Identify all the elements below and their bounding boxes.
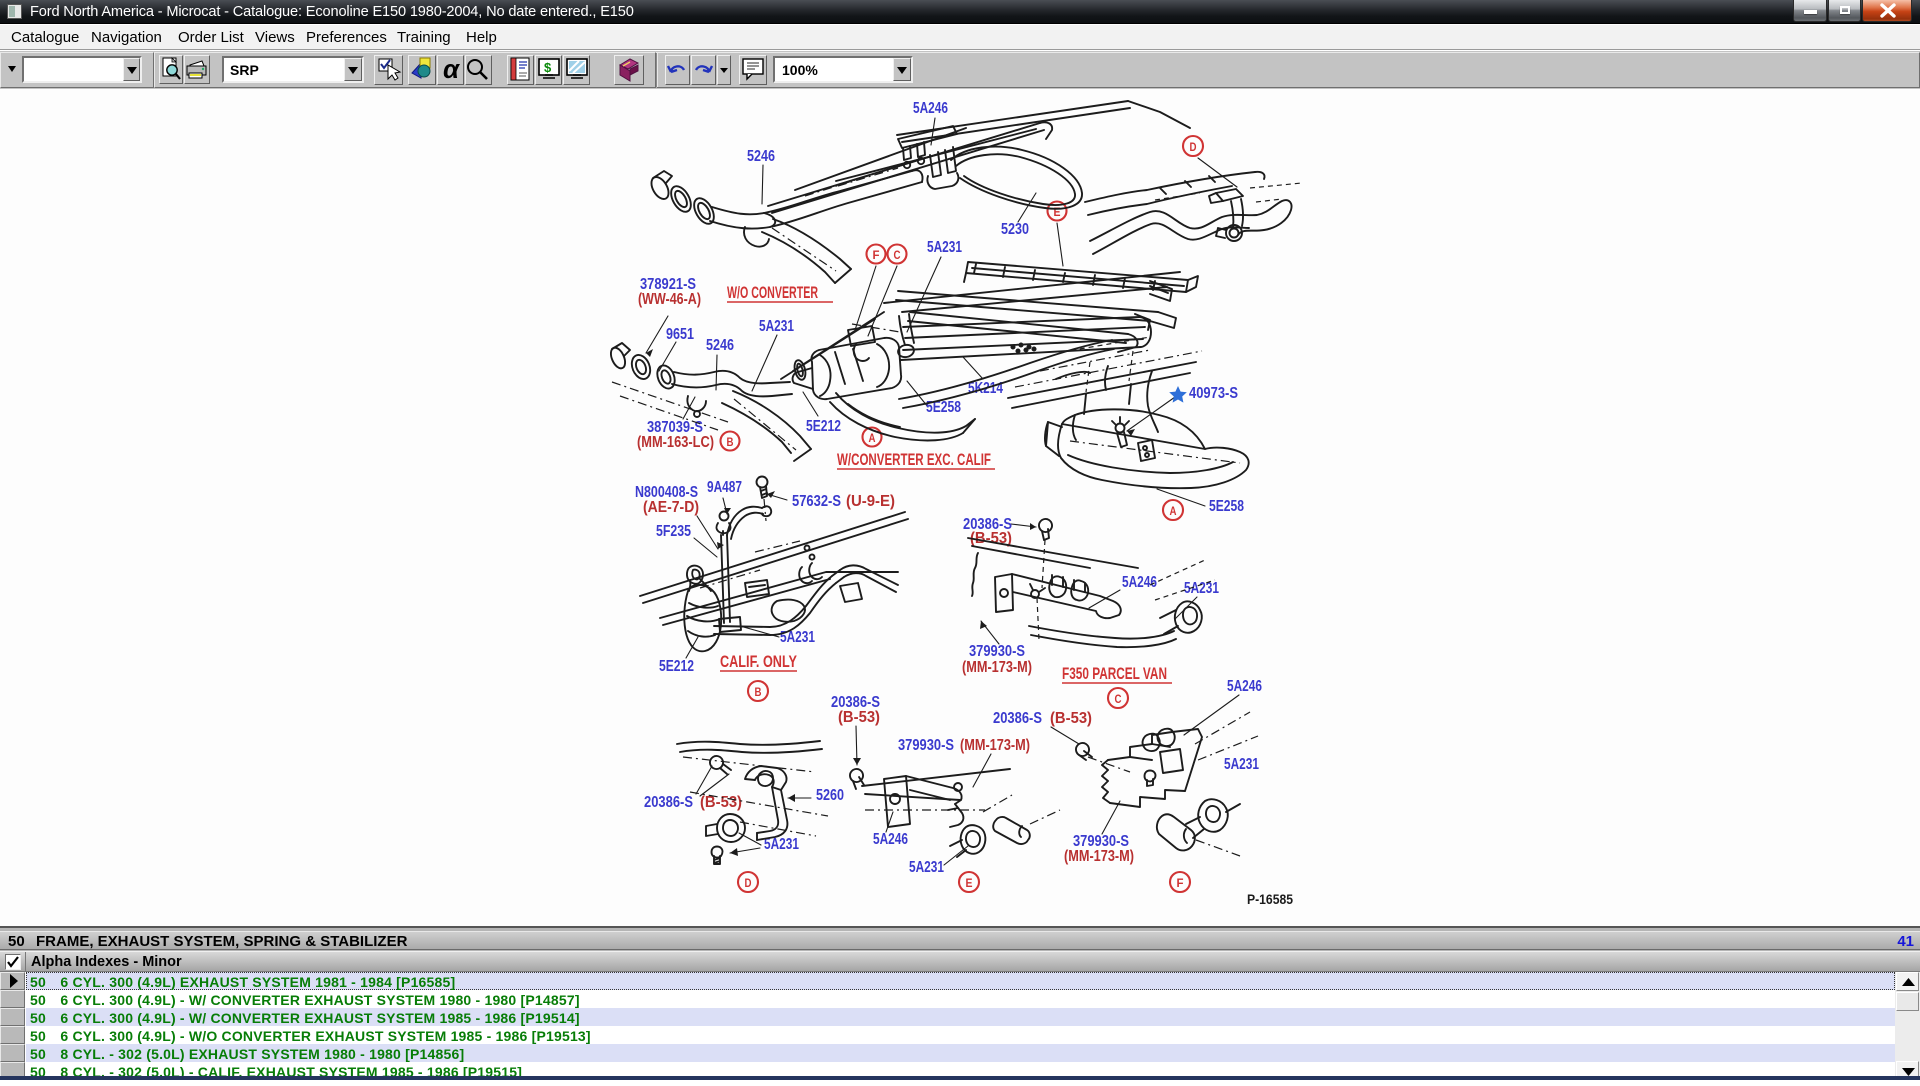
svg-text:F: F	[1177, 876, 1184, 890]
svg-text:(MM-173-M): (MM-173-M)	[960, 737, 1030, 754]
svg-text:20386-S: 20386-S	[993, 710, 1042, 727]
svg-text:20386-S: 20386-S	[644, 794, 693, 811]
svg-text:A: A	[1170, 504, 1177, 518]
svg-text:5E258: 5E258	[1209, 498, 1244, 515]
svg-text:379930-S: 379930-S	[969, 643, 1025, 660]
svg-text:5E212: 5E212	[659, 658, 694, 675]
svg-text:40973-S: 40973-S	[1189, 385, 1238, 402]
svg-text:(B-53): (B-53)	[1050, 710, 1092, 727]
svg-text:5A246: 5A246	[1122, 574, 1157, 591]
svg-text:5A231: 5A231	[1224, 756, 1259, 773]
svg-text:C: C	[1115, 692, 1122, 706]
svg-text:5246: 5246	[706, 337, 734, 354]
svg-text:5246: 5246	[747, 148, 775, 165]
svg-text:57632-S: 57632-S	[792, 493, 841, 510]
svg-text:(U-9-E): (U-9-E)	[846, 493, 895, 510]
svg-text:F350 PARCEL VAN: F350 PARCEL VAN	[1062, 665, 1167, 683]
svg-text:5F235: 5F235	[656, 523, 691, 540]
svg-text:B: B	[727, 435, 734, 449]
svg-text:E: E	[1054, 205, 1061, 219]
svg-text:W/O CONVERTER: W/O CONVERTER	[727, 284, 818, 302]
svg-text:(AE-7-D): (AE-7-D)	[643, 499, 699, 516]
svg-text:W/CONVERTER EXC. CALIF: W/CONVERTER EXC. CALIF	[837, 451, 991, 469]
svg-text:5260: 5260	[816, 787, 844, 804]
svg-text:5A231: 5A231	[909, 859, 944, 876]
svg-text:(MM-173-M): (MM-173-M)	[1064, 848, 1134, 865]
svg-text:D: D	[745, 876, 752, 890]
svg-text:D: D	[1190, 140, 1197, 154]
svg-text:E: E	[966, 876, 973, 890]
svg-text:5A246: 5A246	[873, 831, 908, 848]
svg-text:P-16585: P-16585	[1247, 892, 1293, 907]
svg-text:5A231: 5A231	[927, 239, 962, 256]
svg-text:α: α	[443, 54, 461, 84]
svg-text:9651: 9651	[666, 326, 694, 343]
svg-text:(B-53): (B-53)	[838, 709, 880, 726]
svg-text:CALIF. ONLY: CALIF. ONLY	[720, 653, 797, 671]
svg-text:(MM-173-M): (MM-173-M)	[962, 659, 1032, 676]
svg-text:B: B	[755, 685, 762, 699]
svg-text:(WW-46-A): (WW-46-A)	[638, 291, 701, 308]
svg-text:5E212: 5E212	[806, 418, 841, 435]
svg-text:9A487: 9A487	[707, 479, 742, 496]
svg-text:5A246: 5A246	[1227, 678, 1262, 695]
svg-text:(B-53): (B-53)	[700, 794, 742, 811]
svg-text:$: $	[544, 60, 552, 75]
svg-text:379930-S: 379930-S	[898, 737, 954, 754]
svg-text:(MM-163-LC): (MM-163-LC)	[637, 434, 714, 451]
svg-text:C: C	[894, 248, 901, 262]
svg-text:A: A	[869, 431, 876, 445]
svg-text:5230: 5230	[1001, 221, 1029, 238]
svg-text:5A231: 5A231	[759, 318, 794, 335]
svg-text:5A246: 5A246	[913, 100, 948, 117]
svg-text:F: F	[873, 248, 880, 262]
